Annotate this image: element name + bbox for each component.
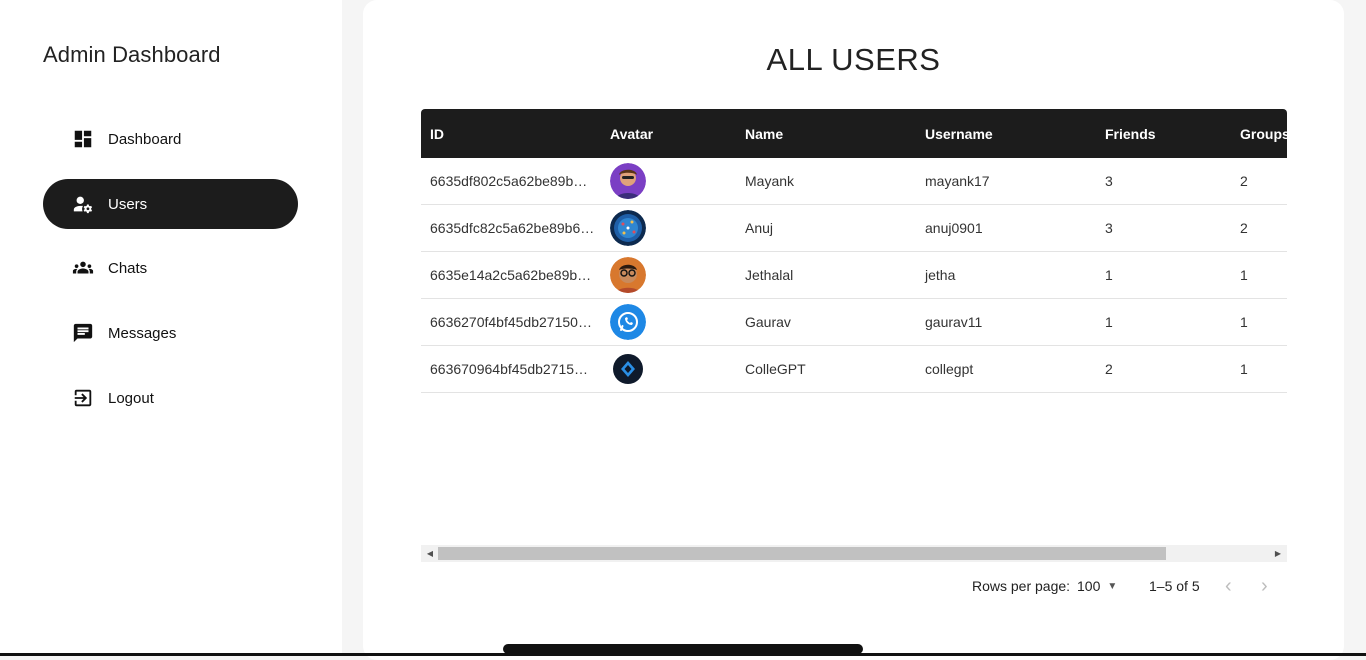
cell-friends: 3 [1105, 173, 1113, 189]
sidebar-item-label: Logout [108, 389, 154, 407]
blue-globe-avatar [610, 210, 646, 246]
sidebar-item-label: Messages [108, 324, 177, 342]
sidebar: Admin Dashboard Dashboard Users Chats Me… [0, 0, 342, 656]
home-indicator [503, 644, 863, 654]
cell-friends: 1 [1105, 314, 1113, 330]
cell-username: anuj0901 [925, 220, 983, 236]
rows-per-page-select[interactable]: 100 ▼ [1077, 576, 1117, 596]
collegpt-logo-avatar [610, 351, 646, 387]
table-header: ID Avatar Name Username Friends Groups [421, 109, 1290, 158]
scroll-right-icon[interactable]: ▶ [1271, 545, 1285, 562]
cell-id: 6636270f4bf45db271500… [430, 314, 595, 330]
cell-groups: 2 [1240, 220, 1248, 236]
dashboard-icon [71, 127, 95, 151]
cell-id: 663670964bf45db271500… [430, 361, 595, 377]
column-header-friends[interactable]: Friends [1105, 109, 1156, 158]
column-header-name[interactable]: Name [745, 109, 783, 158]
cell-groups: 1 [1240, 314, 1248, 330]
cell-username: jetha [925, 267, 956, 283]
purple-cartoon-avatar [610, 163, 646, 199]
cell-username: gaurav11 [925, 314, 983, 330]
previous-page-icon[interactable]: ‹ [1225, 575, 1232, 597]
cell-groups: 2 [1240, 173, 1248, 189]
cell-id: 6635dfc82c5a62be89b67… [430, 220, 595, 236]
manage-accounts-icon [71, 192, 95, 216]
cell-friends: 1 [1105, 267, 1113, 283]
users-table: ID Avatar Name Username Friends Groups 6… [421, 109, 1290, 393]
table-row[interactable]: 6635dfc82c5a62be89b67… Anuj anuj0901 3 2 [421, 205, 1287, 252]
sidebar-item-dashboard[interactable]: Dashboard [43, 114, 298, 164]
sidebar-item-messages[interactable]: Messages [43, 308, 298, 358]
cell-name: Mayank [745, 173, 795, 189]
caret-down-icon: ▼ [1107, 580, 1118, 592]
column-header-avatar[interactable]: Avatar [610, 109, 653, 158]
scroll-left-icon[interactable]: ◀ [423, 545, 437, 562]
groups-icon [71, 256, 95, 280]
cell-friends: 3 [1105, 220, 1113, 236]
main-card: ALL USERS ID Avatar Name Username Friend… [363, 0, 1344, 660]
column-header-groups[interactable]: Groups [1240, 109, 1290, 158]
cell-id: 6635e14a2c5a62be89b67… [430, 267, 595, 283]
table-row[interactable]: 6635e14a2c5a62be89b67… Jethalal jetha 1 … [421, 252, 1287, 299]
sidebar-item-users[interactable]: Users [43, 179, 298, 229]
cell-username: collegpt [925, 361, 974, 377]
next-page-icon[interactable]: › [1261, 575, 1268, 597]
scrollbar-thumb[interactable] [438, 547, 1166, 560]
cell-username: mayank17 [925, 173, 990, 189]
table-row[interactable]: 663670964bf45db271500… ColleGPT collegpt… [421, 346, 1287, 393]
whatsapp-logo-avatar [610, 304, 646, 340]
cell-groups: 1 [1240, 361, 1248, 377]
cell-id: 6635df802c5a62be89b67… [430, 173, 595, 189]
cell-name: ColleGPT [745, 361, 806, 377]
app-title: Admin Dashboard [43, 42, 221, 67]
rows-per-page-value: 100 [1077, 578, 1101, 594]
page-title: ALL USERS [766, 42, 941, 77]
column-header-id[interactable]: ID [430, 109, 595, 158]
sidebar-item-chats[interactable]: Chats [43, 243, 298, 293]
sidebar-item-logout[interactable]: Logout [43, 373, 298, 423]
rows-per-page-label: Rows per page: [972, 578, 1071, 594]
message-icon [71, 321, 95, 345]
cell-name: Gaurav [745, 314, 791, 330]
pagination-range: 1–5 of 5 [1149, 578, 1200, 594]
table-row[interactable]: 6636270f4bf45db271500… Gaurav gaurav11 1… [421, 299, 1287, 346]
table-row[interactable]: 6635df802c5a62be89b67… Mayank mayank17 3… [421, 158, 1287, 205]
sidebar-item-label: Chats [108, 259, 148, 277]
cell-groups: 1 [1240, 267, 1248, 283]
person-with-glasses-avatar [610, 257, 646, 293]
cell-name: Anuj [745, 220, 774, 236]
cell-friends: 2 [1105, 361, 1113, 377]
column-header-username[interactable]: Username [925, 109, 993, 158]
horizontal-scrollbar[interactable]: ◀ ▶ [421, 545, 1287, 562]
sidebar-item-label: Dashboard [108, 130, 182, 148]
sidebar-item-label: Users [108, 195, 148, 213]
cell-name: Jethalal [745, 267, 794, 283]
logout-icon [71, 386, 95, 410]
